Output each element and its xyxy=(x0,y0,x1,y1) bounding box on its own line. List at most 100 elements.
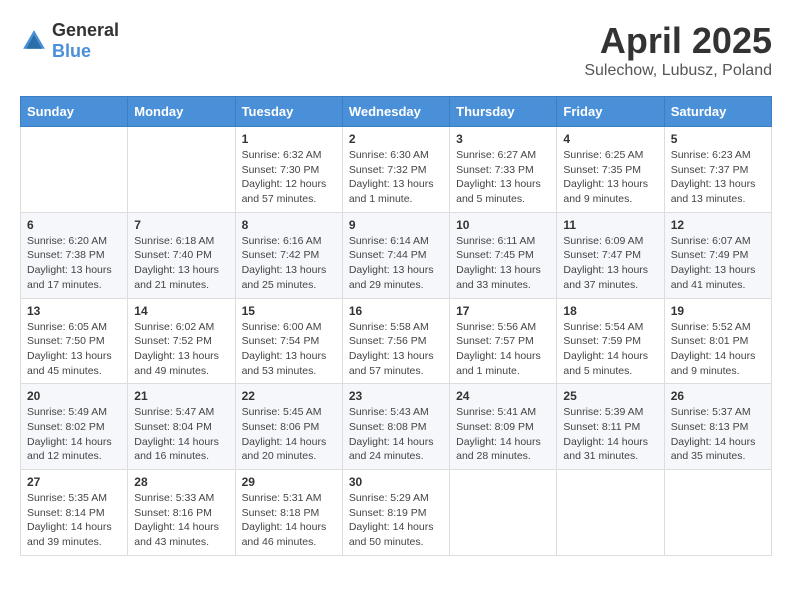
calendar-cell: 29 Sunrise: 5:31 AM Sunset: 8:18 PM Dayli… xyxy=(235,470,342,556)
calendar-cell: 7Sunrise: 6:18 AM Sunset: 7:40 PM Daylig… xyxy=(128,212,235,298)
day-info: Sunrise: 6:16 AM Sunset: 7:42 PM Dayligh… xyxy=(242,234,336,293)
calendar-cell: 6Sunrise: 6:20 AM Sunset: 7:38 PM Daylig… xyxy=(21,212,128,298)
week-row-4: 20Sunrise: 5:49 AM Sunset: 8:02 PM Dayli… xyxy=(21,384,772,470)
day-info: Sunrise: 6:32 AM Sunset: 7:30 PM Dayligh… xyxy=(242,148,336,207)
week-row-1: 1 Sunrise: 6:32 AM Sunset: 7:30 PM Daylig… xyxy=(21,127,772,213)
calendar-cell: 2 Sunrise: 6:30 AM Sunset: 7:32 PM Daylig… xyxy=(342,127,449,213)
calendar-table: SundayMondayTuesdayWednesdayThursdayFrid… xyxy=(20,96,772,556)
day-number: 14 xyxy=(134,304,228,318)
day-number: 22 xyxy=(242,389,336,403)
logo-icon xyxy=(20,27,48,55)
day-info: Sunrise: 5:56 AM Sunset: 7:57 PM Dayligh… xyxy=(456,320,550,379)
calendar-cell: 21 Sunrise: 5:47 AM Sunset: 8:04 PM Dayli… xyxy=(128,384,235,470)
day-info: Sunrise: 5:29 AM Sunset: 8:19 PM Dayligh… xyxy=(349,491,443,550)
day-number: 15 xyxy=(242,304,336,318)
location-subtitle: Sulechow, Lubusz, Poland xyxy=(584,62,772,80)
calendar-cell xyxy=(557,470,664,556)
week-row-3: 13 Sunrise: 6:05 AM Sunset: 7:50 PM Dayli… xyxy=(21,298,772,384)
day-number: 18 xyxy=(563,304,657,318)
calendar-cell: 24 Sunrise: 5:41 AM Sunset: 8:09 PM Dayli… xyxy=(450,384,557,470)
column-header-thursday: Thursday xyxy=(450,97,557,127)
day-number: 28 xyxy=(134,475,228,489)
day-number: 16 xyxy=(349,304,443,318)
day-info: Sunrise: 5:31 AM Sunset: 8:18 PM Dayligh… xyxy=(242,491,336,550)
calendar-cell: 25 Sunrise: 5:39 AM Sunset: 8:11 PM Dayli… xyxy=(557,384,664,470)
day-info: Sunrise: 5:35 AM Sunset: 8:14 PM Dayligh… xyxy=(27,491,121,550)
day-info: Sunrise: 6:09 AM Sunset: 7:47 PM Dayligh… xyxy=(563,234,657,293)
day-number: 21 xyxy=(134,389,228,403)
day-number: 6 xyxy=(27,218,121,232)
day-info: Sunrise: 6:11 AM Sunset: 7:45 PM Dayligh… xyxy=(456,234,550,293)
day-number: 19 xyxy=(671,304,765,318)
day-info: Sunrise: 6:25 AM Sunset: 7:35 PM Dayligh… xyxy=(563,148,657,207)
day-info: Sunrise: 5:43 AM Sunset: 8:08 PM Dayligh… xyxy=(349,405,443,464)
page-header: General Blue April 2025 Sulechow, Lubusz… xyxy=(20,20,772,80)
day-number: 24 xyxy=(456,389,550,403)
day-info: Sunrise: 5:58 AM Sunset: 7:56 PM Dayligh… xyxy=(349,320,443,379)
day-info: Sunrise: 5:41 AM Sunset: 8:09 PM Dayligh… xyxy=(456,405,550,464)
column-header-tuesday: Tuesday xyxy=(235,97,342,127)
day-info: Sunrise: 6:14 AM Sunset: 7:44 PM Dayligh… xyxy=(349,234,443,293)
calendar-cell: 22 Sunrise: 5:45 AM Sunset: 8:06 PM Dayli… xyxy=(235,384,342,470)
day-info: Sunrise: 5:39 AM Sunset: 8:11 PM Dayligh… xyxy=(563,405,657,464)
week-row-5: 27 Sunrise: 5:35 AM Sunset: 8:14 PM Dayli… xyxy=(21,470,772,556)
day-info: Sunrise: 5:52 AM Sunset: 8:01 PM Dayligh… xyxy=(671,320,765,379)
calendar-cell: 8 Sunrise: 6:16 AM Sunset: 7:42 PM Daylig… xyxy=(235,212,342,298)
calendar-cell xyxy=(21,127,128,213)
day-number: 8 xyxy=(242,218,336,232)
day-info: Sunrise: 5:45 AM Sunset: 8:06 PM Dayligh… xyxy=(242,405,336,464)
day-number: 17 xyxy=(456,304,550,318)
logo-general-text: General xyxy=(52,20,119,40)
column-header-friday: Friday xyxy=(557,97,664,127)
day-number: 9 xyxy=(349,218,443,232)
day-number: 11 xyxy=(563,218,657,232)
day-info: Sunrise: 5:33 AM Sunset: 8:16 PM Dayligh… xyxy=(134,491,228,550)
calendar-cell: 27 Sunrise: 5:35 AM Sunset: 8:14 PM Dayli… xyxy=(21,470,128,556)
calendar-cell xyxy=(128,127,235,213)
day-info: Sunrise: 6:30 AM Sunset: 7:32 PM Dayligh… xyxy=(349,148,443,207)
day-info: Sunrise: 5:54 AM Sunset: 7:59 PM Dayligh… xyxy=(563,320,657,379)
calendar-cell: 14Sunrise: 6:02 AM Sunset: 7:52 PM Dayli… xyxy=(128,298,235,384)
calendar-cell: 11 Sunrise: 6:09 AM Sunset: 7:47 PM Dayli… xyxy=(557,212,664,298)
logo: General Blue xyxy=(20,20,119,62)
day-info: Sunrise: 6:27 AM Sunset: 7:33 PM Dayligh… xyxy=(456,148,550,207)
calendar-cell: 4 Sunrise: 6:25 AM Sunset: 7:35 PM Daylig… xyxy=(557,127,664,213)
day-number: 26 xyxy=(671,389,765,403)
day-info: Sunrise: 5:37 AM Sunset: 8:13 PM Dayligh… xyxy=(671,405,765,464)
day-number: 1 xyxy=(242,132,336,146)
day-number: 13 xyxy=(27,304,121,318)
column-header-saturday: Saturday xyxy=(664,97,771,127)
day-number: 3 xyxy=(456,132,550,146)
calendar-cell: 26 Sunrise: 5:37 AM Sunset: 8:13 PM Dayli… xyxy=(664,384,771,470)
day-number: 23 xyxy=(349,389,443,403)
calendar-cell: 16 Sunrise: 5:58 AM Sunset: 7:56 PM Dayli… xyxy=(342,298,449,384)
day-number: 5 xyxy=(671,132,765,146)
day-number: 29 xyxy=(242,475,336,489)
calendar-cell: 20Sunrise: 5:49 AM Sunset: 8:02 PM Dayli… xyxy=(21,384,128,470)
calendar-cell: 18 Sunrise: 5:54 AM Sunset: 7:59 PM Dayli… xyxy=(557,298,664,384)
day-number: 4 xyxy=(563,132,657,146)
day-number: 12 xyxy=(671,218,765,232)
month-title: April 2025 xyxy=(584,20,772,62)
day-number: 2 xyxy=(349,132,443,146)
day-info: Sunrise: 6:23 AM Sunset: 7:37 PM Dayligh… xyxy=(671,148,765,207)
calendar-cell xyxy=(664,470,771,556)
calendar-cell: 17 Sunrise: 5:56 AM Sunset: 7:57 PM Dayli… xyxy=(450,298,557,384)
calendar-cell: 13 Sunrise: 6:05 AM Sunset: 7:50 PM Dayli… xyxy=(21,298,128,384)
calendar-cell: 5 Sunrise: 6:23 AM Sunset: 7:37 PM Daylig… xyxy=(664,127,771,213)
day-info: Sunrise: 6:18 AM Sunset: 7:40 PM Dayligh… xyxy=(134,234,228,293)
calendar-cell: 10Sunrise: 6:11 AM Sunset: 7:45 PM Dayli… xyxy=(450,212,557,298)
day-number: 27 xyxy=(27,475,121,489)
day-number: 25 xyxy=(563,389,657,403)
day-info: Sunrise: 6:05 AM Sunset: 7:50 PM Dayligh… xyxy=(27,320,121,379)
day-info: Sunrise: 6:07 AM Sunset: 7:49 PM Dayligh… xyxy=(671,234,765,293)
column-header-sunday: Sunday xyxy=(21,97,128,127)
calendar-header-row: SundayMondayTuesdayWednesdayThursdayFrid… xyxy=(21,97,772,127)
calendar-cell: 30Sunrise: 5:29 AM Sunset: 8:19 PM Dayli… xyxy=(342,470,449,556)
day-info: Sunrise: 5:47 AM Sunset: 8:04 PM Dayligh… xyxy=(134,405,228,464)
day-info: Sunrise: 6:00 AM Sunset: 7:54 PM Dayligh… xyxy=(242,320,336,379)
calendar-cell: 15 Sunrise: 6:00 AM Sunset: 7:54 PM Dayli… xyxy=(235,298,342,384)
logo-blue-text: Blue xyxy=(52,41,91,61)
calendar-cell: 1 Sunrise: 6:32 AM Sunset: 7:30 PM Daylig… xyxy=(235,127,342,213)
calendar-cell: 3 Sunrise: 6:27 AM Sunset: 7:33 PM Daylig… xyxy=(450,127,557,213)
